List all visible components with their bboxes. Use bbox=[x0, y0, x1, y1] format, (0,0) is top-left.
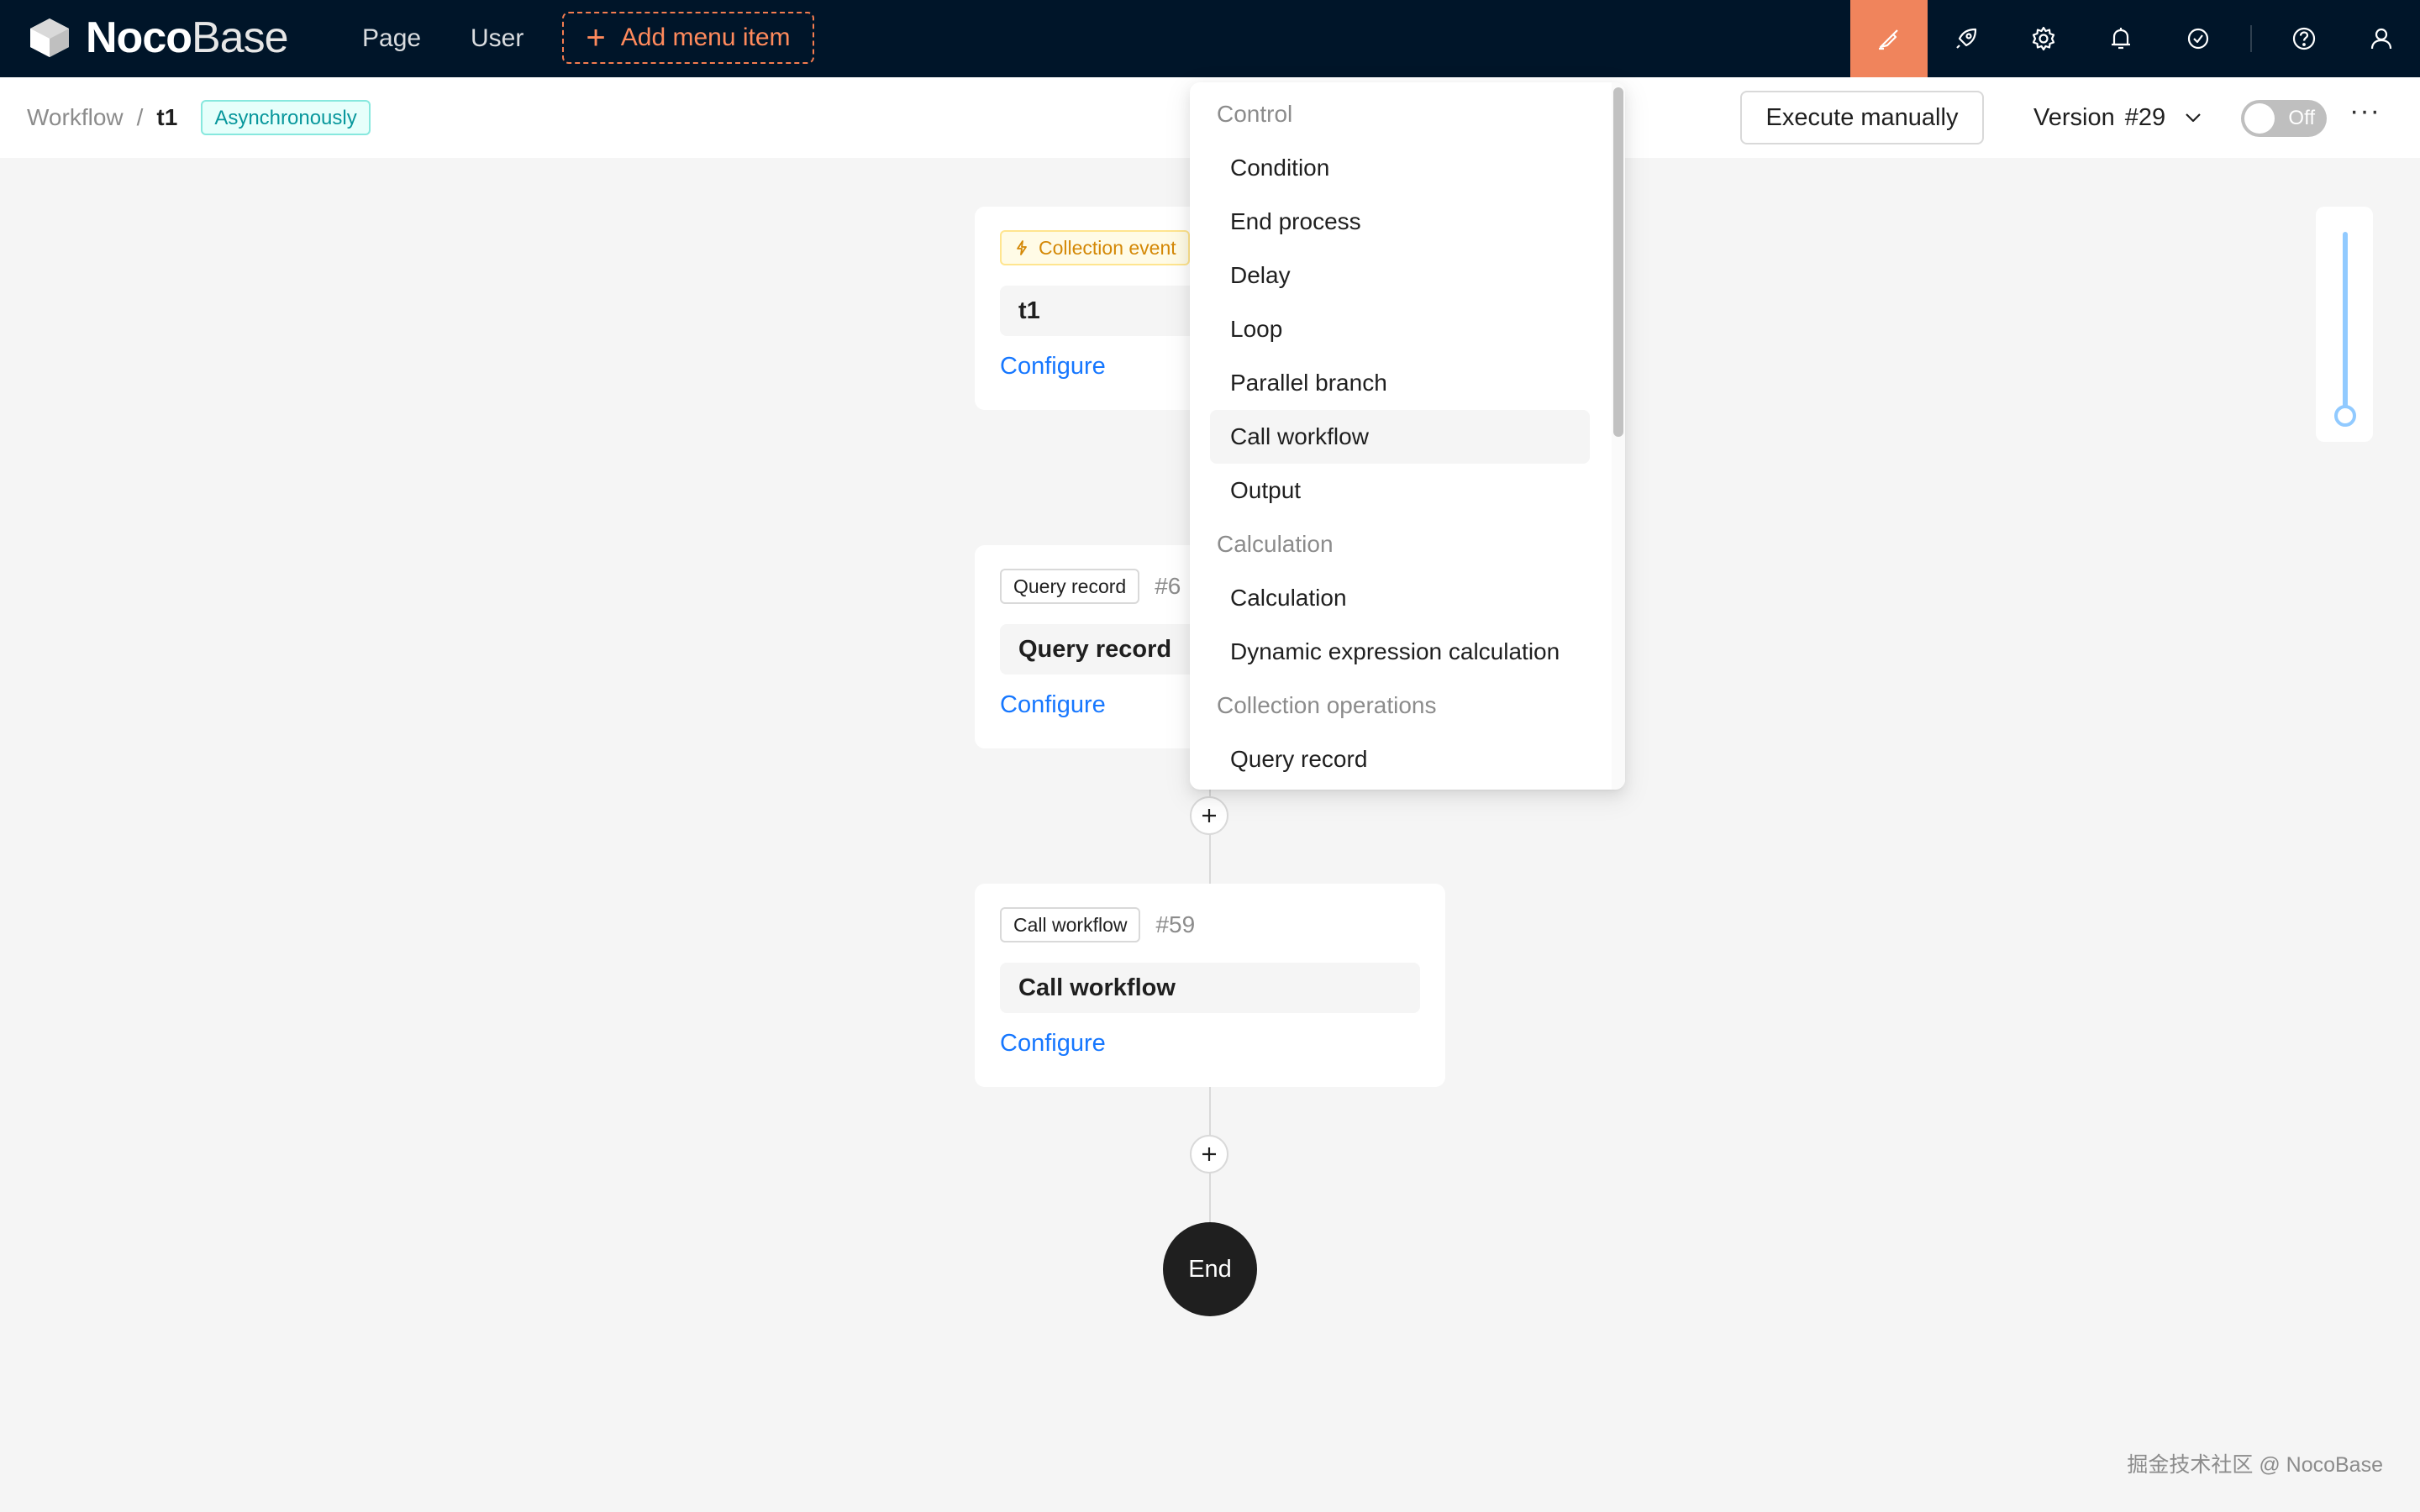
tasks-check-icon bbox=[2187, 28, 2209, 50]
menu-item-end-process[interactable]: End process bbox=[1210, 195, 1590, 249]
user-profile-icon bbox=[2370, 28, 2392, 50]
add-node-button[interactable] bbox=[1190, 796, 1228, 835]
workflow-paint-icon bbox=[1879, 29, 1898, 50]
dropdown-scrollbar-thumb[interactable] bbox=[1613, 87, 1623, 437]
nocobase-logo[interactable]: NocoBase bbox=[25, 13, 289, 62]
breadcrumb-current: t1 bbox=[156, 104, 178, 130]
menu-item-query-record[interactable]: Query record bbox=[1210, 732, 1590, 786]
chevron-down-icon bbox=[2186, 113, 2201, 123]
nav-item-page[interactable]: Page bbox=[362, 0, 421, 77]
workflow-enabled-toggle[interactable]: Off bbox=[2241, 100, 2327, 137]
version-value: #29 bbox=[2124, 103, 2166, 131]
trigger-type-tag: Collection event bbox=[1000, 230, 1190, 265]
logo-wordmark: NocoBase bbox=[86, 13, 289, 62]
nocobase-logo-icon bbox=[30, 18, 69, 57]
user-profile-button[interactable] bbox=[2343, 0, 2420, 77]
node-type-tag: Query record bbox=[1000, 569, 1140, 604]
help-button[interactable] bbox=[2265, 0, 2343, 77]
add-node-dropdown-menu: Control Condition End process Delay Loop… bbox=[1190, 82, 1625, 790]
version-label: Version bbox=[2033, 103, 2115, 131]
toggle-knob bbox=[2244, 103, 2275, 134]
menu-group-label: Calculation bbox=[1217, 531, 1334, 557]
plus-icon: + bbox=[586, 19, 606, 56]
tasks-button[interactable] bbox=[2160, 0, 2237, 77]
settings-button[interactable] bbox=[2005, 0, 2082, 77]
breadcrumb-workflow-link[interactable]: Workflow bbox=[27, 104, 124, 131]
node-id: #59 bbox=[1155, 911, 1196, 937]
node-title[interactable]: Call workflow bbox=[1000, 963, 1420, 1013]
menu-item-delay[interactable]: Delay bbox=[1210, 249, 1590, 302]
top-navigation-bar: NocoBase Page User + Add menu item bbox=[0, 0, 2420, 77]
menu-item-loop[interactable]: Loop bbox=[1210, 302, 1590, 356]
node-type-tag: Call workflow bbox=[1000, 907, 1141, 942]
zoom-handle[interactable] bbox=[2334, 405, 2356, 427]
topbar-divider bbox=[2250, 25, 2252, 52]
menu-item-call-workflow[interactable]: Call workflow bbox=[1210, 410, 1590, 464]
toggle-label: Off bbox=[2288, 107, 2315, 129]
node-id: #6 bbox=[1155, 573, 1181, 599]
configure-link[interactable]: Configure bbox=[1000, 1030, 1420, 1058]
plugin-manager-button[interactable] bbox=[1928, 0, 2005, 77]
version-selector[interactable]: Version #29 bbox=[2033, 77, 2204, 158]
zoom-track bbox=[2343, 232, 2348, 418]
add-menu-item-label: Add menu item bbox=[620, 24, 791, 51]
more-actions-icon[interactable]: ··· bbox=[2349, 77, 2381, 158]
breadcrumb-separator: / bbox=[136, 104, 144, 130]
settings-gear-icon bbox=[2032, 26, 2055, 51]
menu-item-condition[interactable]: Condition bbox=[1210, 141, 1590, 195]
help-question-icon bbox=[2292, 27, 2316, 50]
plus-icon bbox=[1202, 809, 1216, 822]
menu-group-label: Collection operations bbox=[1217, 692, 1437, 718]
plugin-rocket-icon bbox=[1956, 28, 1977, 49]
end-node: End bbox=[1163, 1222, 1257, 1316]
zoom-slider[interactable] bbox=[2316, 207, 2373, 442]
menu-item-output[interactable]: Output bbox=[1210, 464, 1590, 517]
execute-manually-button[interactable]: Execute manually bbox=[1740, 91, 1984, 144]
call-workflow-node-card[interactable]: Call workflow #59 Call workflow Configur… bbox=[975, 884, 1445, 1087]
nav-item-user[interactable]: User bbox=[471, 0, 523, 77]
notification-bell-icon bbox=[2112, 28, 2130, 50]
menu-item-parallel-branch[interactable]: Parallel branch bbox=[1210, 356, 1590, 410]
menu-group-label: Control bbox=[1217, 101, 1293, 127]
watermark: 掘金技术社区 @ NocoBase bbox=[2127, 1453, 2383, 1477]
menu-item-calculation[interactable]: Calculation bbox=[1210, 571, 1590, 625]
plus-icon bbox=[1202, 1147, 1216, 1161]
breadcrumb: Workflow / t1 Asynchronously bbox=[27, 77, 371, 158]
add-node-button[interactable] bbox=[1190, 1135, 1228, 1173]
workflow-button[interactable] bbox=[1850, 0, 1928, 77]
lightning-icon bbox=[1017, 240, 1027, 255]
add-menu-item-button[interactable]: + Add menu item bbox=[562, 12, 814, 64]
execution-mode-badge: Asynchronously bbox=[201, 100, 371, 135]
menu-item-dynamic-expression-calculation[interactable]: Dynamic expression calculation bbox=[1210, 625, 1590, 679]
node-type-list: Control Condition End process Delay Loop… bbox=[1190, 87, 1610, 786]
notifications-button[interactable] bbox=[2082, 0, 2160, 77]
